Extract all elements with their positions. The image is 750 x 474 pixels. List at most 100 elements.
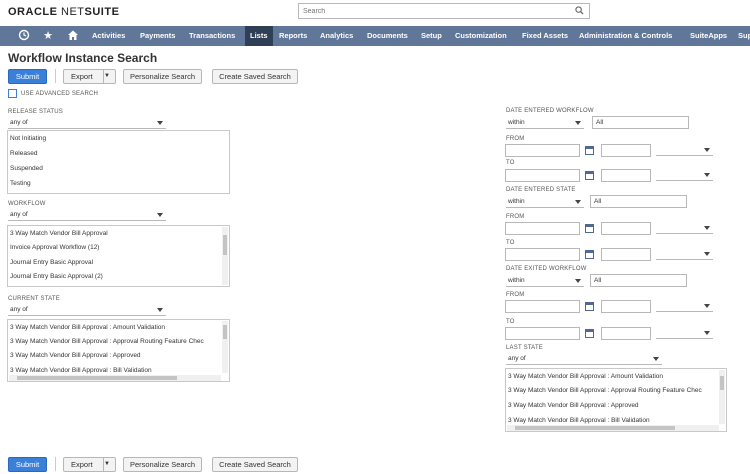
to-time-input[interactable] [601,248,651,261]
date-entered-state-operator[interactable]: within [506,197,584,208]
search-input[interactable] [303,6,563,17]
from-ampm-select[interactable] [656,223,713,234]
from-time-input[interactable] [601,300,651,313]
list-item[interactable]: Testing [10,180,31,187]
to-date-input[interactable] [505,327,580,340]
submit-button-top[interactable]: Submit [8,69,47,84]
personalize-search-button-top[interactable]: Personalize Search [123,69,202,84]
list-item[interactable]: 3 Way Match Vendor Bill Approval : Appro… [10,338,204,345]
list-item[interactable]: Suspended [10,165,43,172]
search-icon[interactable] [575,6,584,15]
chevron-down-icon [157,213,163,217]
list-item[interactable]: 3 Way Match Vendor Bill Approval : Amoun… [508,373,663,380]
release-status-operator-select[interactable]: any of [8,118,166,129]
list-item[interactable]: 3 Way Match Vendor Bill Approval : Appro… [508,387,702,394]
list-item[interactable]: Journal Entry Basic Approval (2) [10,273,103,280]
list-item[interactable]: 3 Way Match Vendor Bill Approval : Appro… [508,402,639,409]
home-icon[interactable] [66,29,80,43]
nav-setup[interactable]: Setup [421,26,442,46]
from-ampm-select[interactable] [656,301,713,312]
netsuite-logo[interactable]: ORACLE NETSUITE [8,6,119,18]
nav-analytics[interactable]: Analytics [320,26,353,46]
to-ampm-select[interactable] [656,328,713,339]
date-entered-workflow-range[interactable]: All [592,116,689,129]
nav-customization[interactable]: Customization [455,26,507,46]
scrollbar-thumb[interactable] [515,426,675,430]
current-state-operator-select[interactable]: any of [8,305,166,316]
last-state-horizontal-scrollbar[interactable] [507,425,719,431]
list-item[interactable]: Journal Entry Basic Approval [10,259,93,266]
release-status-listbox[interactable]: Not Initiating Released Suspended Testin… [7,130,230,194]
list-item[interactable]: Not Initiating [10,135,46,142]
export-button-bottom[interactable]: Export ▼ [63,457,116,472]
date-entered-workflow-operator[interactable]: within [506,118,584,129]
nav-reports[interactable]: Reports [279,26,307,46]
chevron-down-icon [575,279,581,283]
workflow-vertical-scrollbar[interactable] [222,227,228,285]
list-item[interactable]: 3 Way Match Vendor Bill Approval : Appro… [10,352,141,359]
nav-fixed-assets[interactable]: Fixed Assets [522,26,568,46]
from-date-input[interactable] [505,144,580,157]
current-state-horizontal-scrollbar[interactable] [9,375,221,381]
from-date-input[interactable] [505,300,580,313]
list-item[interactable]: 3 Way Match Vendor Bill Approval : Amoun… [10,324,165,331]
nav-transactions[interactable]: Transactions [189,26,235,46]
calendar-icon[interactable] [585,250,594,259]
last-state-operator-value: any of [508,355,526,362]
to-time-input[interactable] [601,327,651,340]
calendar-icon[interactable] [585,329,594,338]
calendar-icon[interactable] [585,224,594,233]
export-button-top[interactable]: Export ▼ [63,69,116,84]
date-exited-workflow-range[interactable]: All [590,274,687,287]
submit-button-bottom[interactable]: Submit [8,457,47,472]
chevron-down-icon [157,308,163,312]
date-entered-state-range[interactable]: All [590,195,687,208]
top-header: ORACLE NETSUITE [0,0,750,24]
date-exited-workflow-operator[interactable]: within [506,276,584,287]
to-date-input[interactable] [505,248,580,261]
nav-lists[interactable]: Lists [245,26,273,46]
last-state-operator-select[interactable]: any of [506,354,662,365]
shortcuts-star-icon[interactable]: ★ [41,29,55,43]
personalize-search-button-bottom[interactable]: Personalize Search [123,457,202,472]
use-advanced-search-checkbox[interactable] [8,89,17,98]
nav-administration-controls[interactable]: Administration & Controls [579,26,672,46]
list-item[interactable]: Invoice Approval Workflow (12) [10,244,99,251]
from-date-input[interactable] [505,222,580,235]
scrollbar-thumb[interactable] [223,235,227,255]
current-state-vertical-scrollbar[interactable] [222,321,228,373]
calendar-icon[interactable] [585,302,594,311]
workflow-operator-select[interactable]: any of [8,210,166,221]
create-saved-search-button-bottom[interactable]: Create Saved Search [212,457,298,472]
recent-records-icon[interactable] [17,29,31,43]
last-state-listbox[interactable]: 3 Way Match Vendor Bill Approval : Amoun… [505,368,727,432]
list-item[interactable]: Released [10,150,37,157]
from-ampm-select[interactable] [656,145,713,156]
create-saved-search-button-top[interactable]: Create Saved Search [212,69,298,84]
export-dropdown-icon[interactable]: ▼ [103,458,115,471]
nav-suiteapps[interactable]: SuiteApps [690,26,727,46]
to-ampm-select[interactable] [656,249,713,260]
global-search[interactable] [298,3,590,19]
nav-documents[interactable]: Documents [367,26,408,46]
to-date-input[interactable] [505,169,580,182]
workflow-listbox[interactable]: 3 Way Match Vendor Bill Approval Invoice… [7,225,230,287]
nav-payments[interactable]: Payments [140,26,175,46]
export-dropdown-icon[interactable]: ▼ [103,70,115,83]
scrollbar-thumb[interactable] [720,376,724,390]
nav-activities[interactable]: Activities [92,26,125,46]
calendar-icon[interactable] [585,146,594,155]
list-item[interactable]: 3 Way Match Vendor Bill Approval [10,230,108,237]
calendar-icon[interactable] [585,171,594,180]
list-item[interactable]: 3 Way Match Vendor Bill Approval : Bill … [508,417,650,424]
nav-support[interactable]: Sup [738,26,750,46]
to-ampm-select[interactable] [656,170,713,181]
last-state-vertical-scrollbar[interactable] [719,370,725,424]
to-time-input[interactable] [601,169,651,182]
scrollbar-thumb[interactable] [223,325,227,339]
list-item[interactable]: 3 Way Match Vendor Bill Approval : Bill … [10,367,152,374]
from-time-input[interactable] [601,222,651,235]
from-time-input[interactable] [601,144,651,157]
scrollbar-thumb[interactable] [17,376,177,380]
current-state-listbox[interactable]: 3 Way Match Vendor Bill Approval : Amoun… [7,319,230,382]
